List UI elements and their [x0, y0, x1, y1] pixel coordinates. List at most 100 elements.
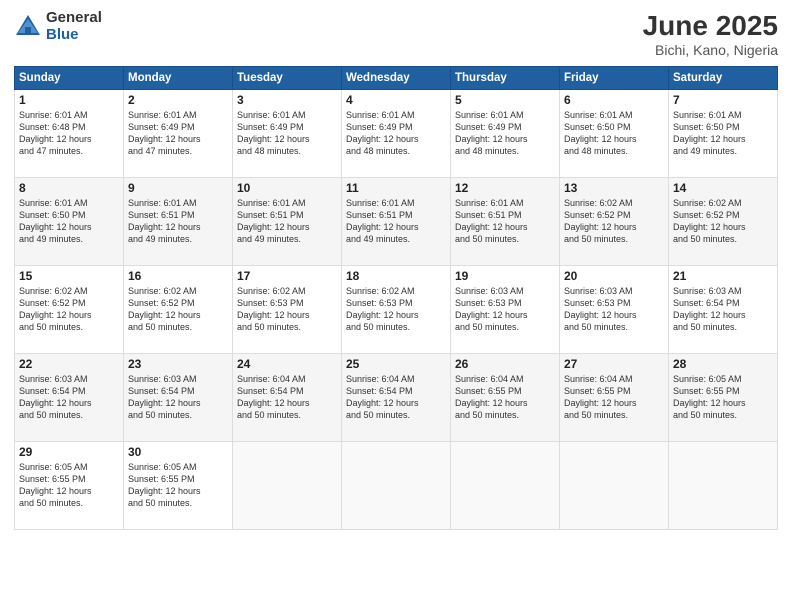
- day-info: Sunrise: 6:05 AM Sunset: 6:55 PM Dayligh…: [128, 461, 228, 510]
- title-location: Bichi, Kano, Nigeria: [643, 42, 778, 58]
- calendar-cell: 3 Sunrise: 6:01 AM Sunset: 6:49 PM Daylig…: [233, 90, 342, 178]
- calendar-cell: 6 Sunrise: 6:01 AM Sunset: 6:50 PM Daylig…: [560, 90, 669, 178]
- calendar-cell: 24 Sunrise: 6:04 AM Sunset: 6:54 PM Dayli…: [233, 354, 342, 442]
- day-number: 29: [19, 445, 119, 459]
- day-number: 28: [673, 357, 773, 371]
- calendar-cell: 19 Sunrise: 6:03 AM Sunset: 6:53 PM Dayli…: [451, 266, 560, 354]
- day-number: 21: [673, 269, 773, 283]
- day-number: 7: [673, 93, 773, 107]
- day-number: 14: [673, 181, 773, 195]
- day-number: 11: [346, 181, 446, 195]
- calendar-cell: 25Sunrise: 6:04 AM Sunset: 6:54 PM Dayli…: [342, 354, 451, 442]
- day-info: Sunrise: 6:04 AM Sunset: 6:55 PM Dayligh…: [455, 373, 555, 422]
- day-info: Sunrise: 6:01 AM Sunset: 6:51 PM Dayligh…: [128, 197, 228, 246]
- page: General Blue June 2025 Bichi, Kano, Nige…: [0, 0, 792, 612]
- calendar-cell: 16Sunrise: 6:02 AM Sunset: 6:52 PM Dayli…: [124, 266, 233, 354]
- calendar-header-sunday: Sunday: [15, 67, 124, 90]
- logo-text: General Blue: [46, 10, 102, 43]
- day-info: Sunrise: 6:02 AM Sunset: 6:52 PM Dayligh…: [128, 285, 228, 334]
- day-number: 22: [19, 357, 119, 371]
- day-info: Sunrise: 6:02 AM Sunset: 6:53 PM Dayligh…: [346, 285, 446, 334]
- day-info: Sunrise: 6:03 AM Sunset: 6:53 PM Dayligh…: [455, 285, 555, 334]
- day-info: Sunrise: 6:01 AM Sunset: 6:50 PM Dayligh…: [673, 109, 773, 158]
- day-info: Sunrise: 6:03 AM Sunset: 6:53 PM Dayligh…: [564, 285, 664, 334]
- day-number: 27: [564, 357, 664, 371]
- calendar-cell: 17 Sunrise: 6:02 AM Sunset: 6:53 PM Dayli…: [233, 266, 342, 354]
- calendar-cell: 10 Sunrise: 6:01 AM Sunset: 6:51 PM Dayli…: [233, 178, 342, 266]
- day-info: Sunrise: 6:03 AM Sunset: 6:54 PM Dayligh…: [19, 373, 119, 422]
- title-month: June 2025: [643, 10, 778, 42]
- day-number: 25: [346, 357, 446, 371]
- day-info: Sunrise: 6:02 AM Sunset: 6:52 PM Dayligh…: [564, 197, 664, 246]
- calendar-cell: [342, 442, 451, 530]
- calendar-cell: [560, 442, 669, 530]
- calendar-cell: 7 Sunrise: 6:01 AM Sunset: 6:50 PM Daylig…: [669, 90, 778, 178]
- day-number: 19: [455, 269, 555, 283]
- logo: General Blue: [14, 10, 102, 43]
- day-number: 13: [564, 181, 664, 195]
- day-number: 1: [19, 93, 119, 107]
- calendar-week-row: 22 Sunrise: 6:03 AM Sunset: 6:54 PM Dayli…: [15, 354, 778, 442]
- day-info: Sunrise: 6:01 AM Sunset: 6:51 PM Dayligh…: [346, 197, 446, 246]
- day-info: Sunrise: 6:01 AM Sunset: 6:49 PM Dayligh…: [128, 109, 228, 158]
- calendar-cell: 2 Sunrise: 6:01 AM Sunset: 6:49 PM Daylig…: [124, 90, 233, 178]
- day-info: Sunrise: 6:03 AM Sunset: 6:54 PM Dayligh…: [128, 373, 228, 422]
- day-info: Sunrise: 6:01 AM Sunset: 6:49 PM Dayligh…: [455, 109, 555, 158]
- day-number: 30: [128, 445, 228, 459]
- day-number: 17: [237, 269, 337, 283]
- calendar-cell: 4Sunrise: 6:01 AM Sunset: 6:49 PM Daylig…: [342, 90, 451, 178]
- day-number: 3: [237, 93, 337, 107]
- calendar-cell: 28Sunrise: 6:05 AM Sunset: 6:55 PM Dayli…: [669, 354, 778, 442]
- calendar-header-row: SundayMondayTuesdayWednesdayThursdayFrid…: [15, 67, 778, 90]
- day-info: Sunrise: 6:02 AM Sunset: 6:53 PM Dayligh…: [237, 285, 337, 334]
- calendar-cell: [669, 442, 778, 530]
- day-info: Sunrise: 6:01 AM Sunset: 6:51 PM Dayligh…: [455, 197, 555, 246]
- day-info: Sunrise: 6:02 AM Sunset: 6:52 PM Dayligh…: [673, 197, 773, 246]
- day-info: Sunrise: 6:01 AM Sunset: 6:50 PM Dayligh…: [564, 109, 664, 158]
- calendar-cell: 21 Sunrise: 6:03 AM Sunset: 6:54 PM Dayli…: [669, 266, 778, 354]
- calendar-cell: 9 Sunrise: 6:01 AM Sunset: 6:51 PM Daylig…: [124, 178, 233, 266]
- day-number: 24: [237, 357, 337, 371]
- day-number: 10: [237, 181, 337, 195]
- calendar-cell: 8 Sunrise: 6:01 AM Sunset: 6:50 PM Daylig…: [15, 178, 124, 266]
- calendar-header-friday: Friday: [560, 67, 669, 90]
- day-info: Sunrise: 6:01 AM Sunset: 6:48 PM Dayligh…: [19, 109, 119, 158]
- day-info: Sunrise: 6:04 AM Sunset: 6:55 PM Dayligh…: [564, 373, 664, 422]
- calendar-week-row: 15Sunrise: 6:02 AM Sunset: 6:52 PM Dayli…: [15, 266, 778, 354]
- calendar-header-monday: Monday: [124, 67, 233, 90]
- calendar-header-tuesday: Tuesday: [233, 67, 342, 90]
- calendar-cell: 30 Sunrise: 6:05 AM Sunset: 6:55 PM Dayli…: [124, 442, 233, 530]
- day-number: 9: [128, 181, 228, 195]
- day-number: 5: [455, 93, 555, 107]
- day-number: 18: [346, 269, 446, 283]
- day-info: Sunrise: 6:01 AM Sunset: 6:50 PM Dayligh…: [19, 197, 119, 246]
- calendar-cell: 22 Sunrise: 6:03 AM Sunset: 6:54 PM Dayli…: [15, 354, 124, 442]
- logo-general-text: General: [46, 10, 102, 27]
- calendar-header-thursday: Thursday: [451, 67, 560, 90]
- calendar-cell: [233, 442, 342, 530]
- day-info: Sunrise: 6:04 AM Sunset: 6:54 PM Dayligh…: [237, 373, 337, 422]
- calendar-cell: 23 Sunrise: 6:03 AM Sunset: 6:54 PM Dayli…: [124, 354, 233, 442]
- logo-blue-text: Blue: [46, 27, 102, 44]
- day-number: 6: [564, 93, 664, 107]
- day-info: Sunrise: 6:05 AM Sunset: 6:55 PM Dayligh…: [19, 461, 119, 510]
- calendar-cell: 1 Sunrise: 6:01 AM Sunset: 6:48 PM Daylig…: [15, 90, 124, 178]
- calendar-cell: 11 Sunrise: 6:01 AM Sunset: 6:51 PM Dayli…: [342, 178, 451, 266]
- day-info: Sunrise: 6:01 AM Sunset: 6:51 PM Dayligh…: [237, 197, 337, 246]
- day-number: 8: [19, 181, 119, 195]
- day-info: Sunrise: 6:03 AM Sunset: 6:54 PM Dayligh…: [673, 285, 773, 334]
- day-info: Sunrise: 6:01 AM Sunset: 6:49 PM Dayligh…: [346, 109, 446, 158]
- day-number: 23: [128, 357, 228, 371]
- calendar-cell: 26Sunrise: 6:04 AM Sunset: 6:55 PM Dayli…: [451, 354, 560, 442]
- logo-icon: [14, 13, 42, 41]
- day-number: 2: [128, 93, 228, 107]
- day-info: Sunrise: 6:01 AM Sunset: 6:49 PM Dayligh…: [237, 109, 337, 158]
- calendar: SundayMondayTuesdayWednesdayThursdayFrid…: [14, 66, 778, 530]
- calendar-header-saturday: Saturday: [669, 67, 778, 90]
- calendar-cell: 15Sunrise: 6:02 AM Sunset: 6:52 PM Dayli…: [15, 266, 124, 354]
- calendar-week-row: 29 Sunrise: 6:05 AM Sunset: 6:55 PM Dayli…: [15, 442, 778, 530]
- day-number: 20: [564, 269, 664, 283]
- header: General Blue June 2025 Bichi, Kano, Nige…: [14, 10, 778, 58]
- calendar-cell: 27 Sunrise: 6:04 AM Sunset: 6:55 PM Dayli…: [560, 354, 669, 442]
- calendar-cell: 12Sunrise: 6:01 AM Sunset: 6:51 PM Dayli…: [451, 178, 560, 266]
